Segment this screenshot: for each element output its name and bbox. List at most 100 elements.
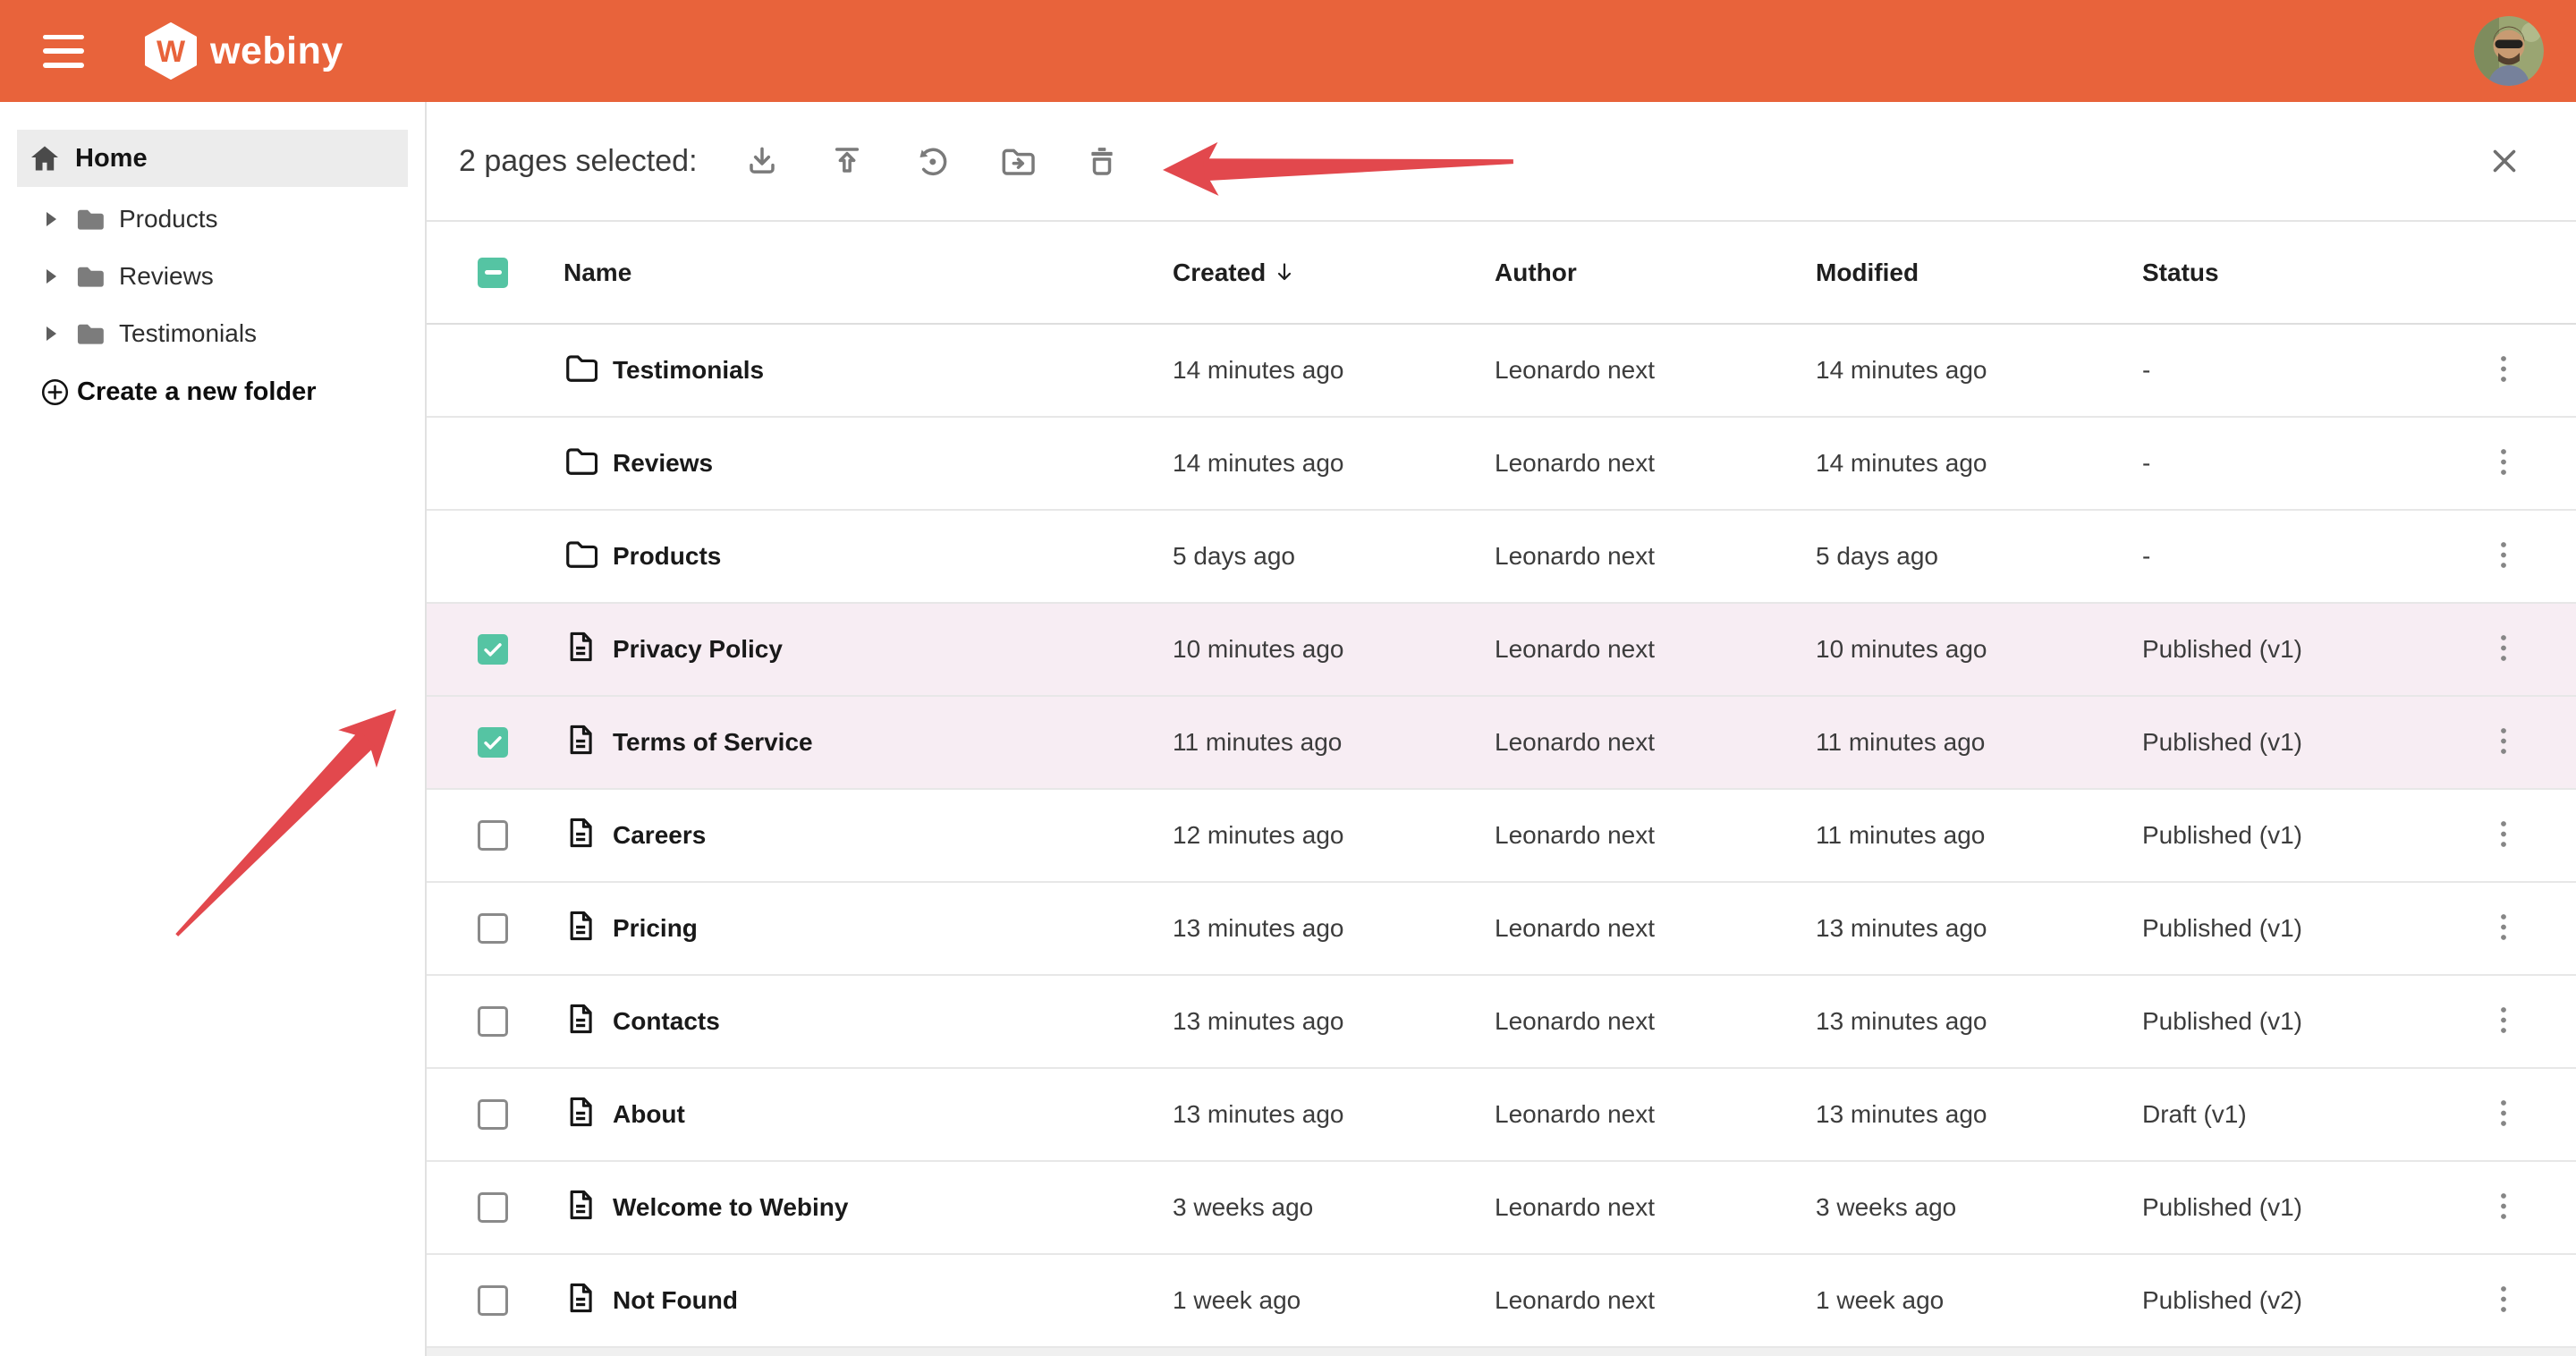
folder-icon xyxy=(72,319,107,349)
table-row[interactable]: Products 5 days ago Leonardo next 5 days… xyxy=(427,511,2576,604)
row-checkbox[interactable] xyxy=(478,727,508,758)
row-name[interactable]: About xyxy=(613,1100,1173,1129)
folder-icon xyxy=(564,444,597,478)
column-header-created[interactable]: Created xyxy=(1173,258,1495,287)
page-icon xyxy=(564,630,597,664)
selection-toolbar: 2 pages selected: xyxy=(427,102,2576,222)
row-author: Leonardo next xyxy=(1495,356,1816,385)
table-row[interactable]: Privacy Policy 10 minutes ago Leonardo n… xyxy=(427,604,2576,697)
sidebar-folder-label: Testimonials xyxy=(119,319,257,348)
row-actions-menu-button[interactable] xyxy=(2485,999,2522,1045)
row-actions-menu-button[interactable] xyxy=(2485,441,2522,487)
sidebar-item-testimonials[interactable]: Testimonials xyxy=(0,305,425,362)
row-author: Leonardo next xyxy=(1495,1007,1816,1036)
row-actions-menu-button[interactable] xyxy=(2485,348,2522,394)
row-created: 11 minutes ago xyxy=(1173,728,1495,757)
table-row[interactable]: Testimonials 14 minutes ago Leonardo nex… xyxy=(427,325,2576,418)
sidebar-folder-label: Reviews xyxy=(119,262,214,291)
column-header-author[interactable]: Author xyxy=(1495,258,1816,287)
row-name[interactable]: Pricing xyxy=(613,914,1173,943)
page-icon xyxy=(564,1281,597,1315)
folder-sidebar: Home Products Reviews Testimonials Creat… xyxy=(0,102,427,1356)
table-row[interactable]: Contacts 13 minutes ago Leonardo next 13… xyxy=(427,976,2576,1069)
row-actions-menu-button[interactable] xyxy=(2485,1092,2522,1138)
kebab-menu-icon xyxy=(2497,725,2510,758)
row-name[interactable]: Privacy Policy xyxy=(613,635,1173,664)
row-status: Published (v1) xyxy=(2142,1007,2463,1036)
selection-actions xyxy=(737,136,1128,187)
column-header-name[interactable]: Name xyxy=(564,258,1173,287)
delete-button[interactable] xyxy=(1077,136,1128,187)
row-author: Leonardo next xyxy=(1495,821,1816,850)
caret-right-icon[interactable] xyxy=(47,326,56,341)
sort-desc-arrow-icon xyxy=(1277,263,1292,282)
move-to-folder-button[interactable] xyxy=(992,136,1043,187)
row-name[interactable]: Careers xyxy=(613,821,1173,850)
row-checkbox[interactable] xyxy=(478,913,508,944)
table-row[interactable]: Pricing 13 minutes ago Leonardo next 13 … xyxy=(427,883,2576,976)
row-checkbox[interactable] xyxy=(478,1099,508,1130)
select-all-checkbox[interactable] xyxy=(478,258,508,288)
kebab-menu-icon xyxy=(2497,446,2510,479)
row-actions-menu-button[interactable] xyxy=(2485,906,2522,952)
close-selection-button[interactable] xyxy=(2479,136,2529,186)
kebab-menu-icon xyxy=(2497,1284,2510,1316)
row-modified: 13 minutes ago xyxy=(1816,1100,2142,1129)
row-name[interactable]: Reviews xyxy=(613,449,1173,478)
table-row[interactable]: Careers 12 minutes ago Leonardo next 11 … xyxy=(427,790,2576,883)
caret-right-icon[interactable] xyxy=(47,269,56,284)
row-status: Published (v1) xyxy=(2142,728,2463,757)
selection-count-label: 2 pages selected: xyxy=(459,144,698,179)
row-name[interactable]: Testimonials xyxy=(613,356,1173,385)
webiny-logo: W webiny xyxy=(145,22,343,80)
row-checkbox[interactable] xyxy=(478,1192,508,1223)
row-name[interactable]: Products xyxy=(613,542,1173,571)
hamburger-menu-button[interactable] xyxy=(43,35,84,68)
sidebar-item-home[interactable]: Home xyxy=(17,130,408,187)
sidebar-home-label: Home xyxy=(75,144,148,174)
row-name[interactable]: Contacts xyxy=(613,1007,1173,1036)
page-icon xyxy=(564,816,597,850)
row-checkbox[interactable] xyxy=(478,1285,508,1316)
delete-icon xyxy=(1084,143,1120,179)
table-row[interactable]: Not Found 1 week ago Leonardo next 1 wee… xyxy=(427,1255,2576,1348)
row-checkbox[interactable] xyxy=(478,1006,508,1037)
column-header-modified[interactable]: Modified xyxy=(1816,258,2142,287)
row-actions-menu-button[interactable] xyxy=(2485,813,2522,859)
row-created: 12 minutes ago xyxy=(1173,821,1495,850)
table-row[interactable]: Terms of Service 11 minutes ago Leonardo… xyxy=(427,697,2576,790)
column-header-status[interactable]: Status xyxy=(2142,258,2463,287)
sidebar-item-products[interactable]: Products xyxy=(0,191,425,248)
row-actions-menu-button[interactable] xyxy=(2485,534,2522,580)
row-name[interactable]: Welcome to Webiny xyxy=(613,1193,1173,1222)
row-checkbox[interactable] xyxy=(478,820,508,851)
sidebar-item-reviews[interactable]: Reviews xyxy=(0,248,425,305)
row-name[interactable]: Terms of Service xyxy=(613,728,1173,757)
row-checkbox[interactable] xyxy=(478,634,508,665)
row-author: Leonardo next xyxy=(1495,1100,1816,1129)
close-icon xyxy=(2491,148,2518,174)
publish-button[interactable] xyxy=(822,136,873,187)
row-actions-menu-button[interactable] xyxy=(2485,1185,2522,1231)
row-actions-menu-button[interactable] xyxy=(2485,720,2522,766)
restore-button[interactable] xyxy=(907,136,958,187)
row-modified: 13 minutes ago xyxy=(1816,1007,2142,1036)
download-button[interactable] xyxy=(737,136,788,187)
row-actions-menu-button[interactable] xyxy=(2485,627,2522,673)
table-row[interactable]: Reviews 14 minutes ago Leonardo next 14 … xyxy=(427,418,2576,511)
row-created: 13 minutes ago xyxy=(1173,1007,1495,1036)
table-row[interactable]: Welcome to Webiny 3 weeks ago Leonardo n… xyxy=(427,1162,2576,1255)
user-avatar[interactable] xyxy=(2474,16,2544,86)
table-row[interactable]: About 13 minutes ago Leonardo next 13 mi… xyxy=(427,1069,2576,1162)
row-created: 5 days ago xyxy=(1173,542,1495,571)
kebab-menu-icon xyxy=(2497,539,2510,572)
row-name[interactable]: Not Found xyxy=(613,1286,1173,1315)
folder-icon xyxy=(72,262,107,292)
row-status: Published (v1) xyxy=(2142,821,2463,850)
row-actions-menu-button[interactable] xyxy=(2485,1278,2522,1324)
caret-right-icon[interactable] xyxy=(47,212,56,226)
kebab-menu-icon xyxy=(2497,1098,2510,1130)
row-created: 13 minutes ago xyxy=(1173,1100,1495,1129)
kebab-menu-icon xyxy=(2497,818,2510,851)
create-folder-button[interactable]: Create a new folder xyxy=(0,377,322,408)
